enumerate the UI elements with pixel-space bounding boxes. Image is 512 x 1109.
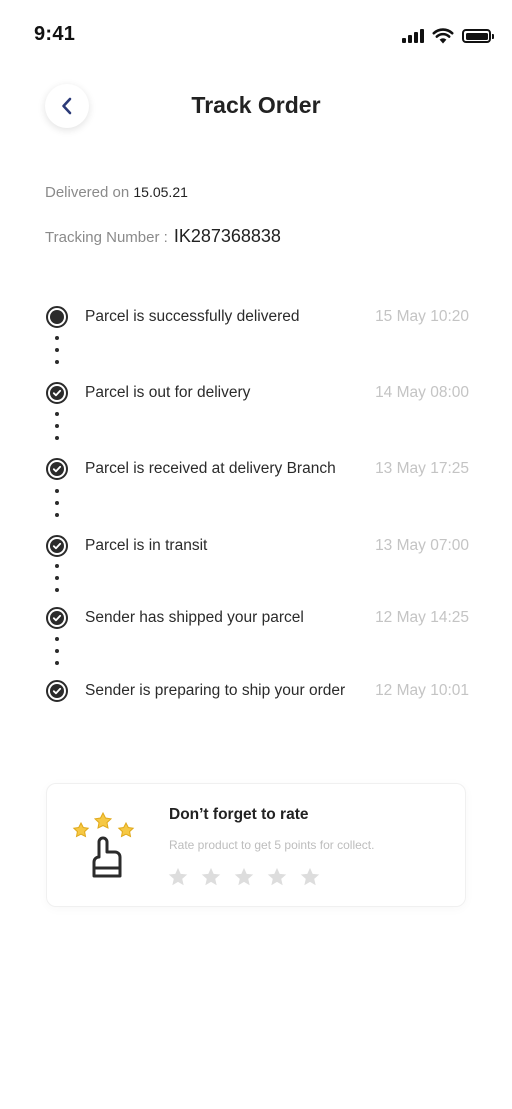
check-circle-icon — [45, 534, 69, 558]
timeline-time: 13 May 17:25 — [375, 460, 469, 477]
wifi-icon — [432, 28, 454, 44]
timeline-time: 13 May 07:00 — [375, 537, 469, 554]
timeline-time: 15 May 10:20 — [375, 308, 469, 325]
timeline-item: Sender has shipped your parcel 12 May 14… — [45, 605, 469, 631]
status-current-icon — [45, 305, 69, 329]
page-title: Track Order — [191, 92, 321, 118]
check-circle-icon — [45, 606, 69, 630]
timeline-item: Parcel is in transit 13 May 07:00 — [45, 533, 469, 559]
timeline-item: Sender is preparing to ship your order 1… — [45, 678, 469, 704]
timeline-label: Parcel is in transit — [85, 537, 208, 554]
star-icon[interactable] — [200, 866, 222, 888]
status-icons — [402, 26, 494, 46]
timeline-connector — [55, 564, 59, 592]
rating-stars — [167, 866, 321, 888]
star-icon[interactable] — [233, 866, 255, 888]
timeline-label: Sender is preparing to ship your order — [85, 682, 346, 699]
tracking-label: Tracking Number : — [45, 229, 168, 246]
star-icon[interactable] — [299, 866, 321, 888]
timeline-item: Parcel is received at delivery Branch 13… — [45, 456, 469, 482]
rate-title: Don’t forget to rate — [169, 806, 309, 823]
timeline-connector — [55, 637, 59, 665]
check-circle-icon — [45, 679, 69, 703]
check-circle-icon — [45, 381, 69, 405]
timeline-connector — [55, 336, 59, 364]
tracking-timeline: Parcel is successfully delivered 15 May … — [45, 300, 475, 710]
cellular-signal-icon — [402, 29, 424, 43]
delivered-info: Delivered on 15.05.21 — [45, 184, 188, 201]
timeline-item: Parcel is successfully delivered 15 May … — [45, 304, 469, 330]
timeline-time: 14 May 08:00 — [375, 384, 469, 401]
timeline-time: 12 May 14:25 — [375, 609, 469, 626]
status-time: 9:41 — [34, 23, 76, 45]
delivered-date: 15.05.21 — [133, 184, 188, 200]
star-icon[interactable] — [266, 866, 288, 888]
timeline-label: Parcel is received at delivery Branch — [85, 460, 336, 477]
timeline-connector — [55, 412, 59, 440]
status-bar: 9:41 — [0, 0, 512, 60]
battery-icon — [462, 29, 494, 43]
rate-subtitle: Rate product to get 5 points for collect… — [169, 838, 375, 852]
timeline-label: Parcel is out for delivery — [85, 384, 251, 401]
tracking-number[interactable]: IK287368838 — [174, 226, 281, 246]
rate-hand-stars-icon — [72, 811, 135, 878]
check-circle-icon — [45, 457, 69, 481]
delivered-label: Delivered on — [45, 184, 134, 201]
timeline-item: Parcel is out for delivery 14 May 08:00 — [45, 380, 469, 406]
timeline-label: Parcel is successfully delivered — [85, 308, 300, 325]
star-icon[interactable] — [167, 866, 189, 888]
tracking-info: Tracking Number : IK287368838 — [45, 226, 281, 247]
rate-card: Don’t forget to rate Rate product to get… — [46, 783, 466, 907]
timeline-time: 12 May 10:01 — [375, 682, 469, 699]
timeline-connector — [55, 489, 59, 517]
timeline-label: Sender has shipped your parcel — [85, 609, 304, 626]
